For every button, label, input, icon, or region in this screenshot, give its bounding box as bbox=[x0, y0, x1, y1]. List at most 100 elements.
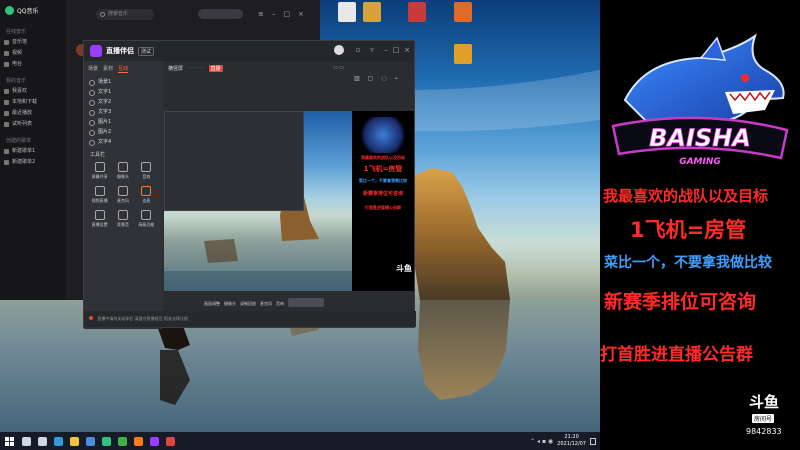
tools-title: 工具栏 bbox=[90, 152, 106, 158]
tab-material[interactable]: 素材 bbox=[103, 65, 113, 73]
control-button[interactable]: 画面调整 bbox=[204, 301, 220, 307]
qq-sidebar-section: 创建的歌单 bbox=[6, 138, 32, 144]
settings-icon[interactable]: ▿ bbox=[368, 46, 376, 54]
xbox-icon bbox=[117, 436, 127, 446]
desktop-icon-5[interactable] bbox=[446, 44, 480, 66]
qq-sidebar-item[interactable]: 我喜欢 bbox=[0, 86, 66, 97]
tool-button[interactable]: 屏幕共享 bbox=[88, 162, 111, 180]
desktop-icon-2[interactable] bbox=[355, 2, 389, 24]
qq-music-taskbar-button[interactable] bbox=[98, 432, 114, 450]
qq-sidebar-item[interactable]: 新建歌单2 bbox=[0, 157, 66, 168]
clock[interactable]: 21:20 2021/12/07 bbox=[557, 434, 586, 448]
delete-icon[interactable]: ▥ bbox=[354, 75, 360, 82]
control-button[interactable]: 音响 bbox=[276, 301, 284, 307]
tool-button[interactable]: 连麦 bbox=[135, 186, 158, 204]
stop-live-button[interactable] bbox=[288, 298, 324, 307]
control-button[interactable]: 麦克风 bbox=[260, 301, 272, 307]
control-button[interactable]: 摄像头 bbox=[224, 301, 236, 307]
search-taskbar-button[interactable] bbox=[18, 432, 34, 450]
overlay-line-2: 1飞机=房管 bbox=[630, 218, 747, 242]
qq-sidebar-item[interactable]: 试听列表 bbox=[0, 119, 66, 130]
room-id: 9842833 bbox=[746, 427, 782, 436]
qq-sidebar-item[interactable]: 新建歌单1 bbox=[0, 146, 66, 157]
qq-music-brand: QQ音乐 bbox=[0, 0, 66, 21]
preview-line-1: 我最喜欢的战队以及目标 bbox=[361, 155, 405, 160]
scene-item[interactable]: 图片2 bbox=[84, 127, 162, 137]
qq-sidebar-item[interactable]: 电台 bbox=[0, 59, 66, 70]
tool-button[interactable]: 音效 bbox=[135, 162, 158, 180]
store-icon bbox=[85, 436, 95, 446]
search-icon bbox=[100, 12, 105, 17]
douyu-icon bbox=[133, 436, 143, 446]
lock-icon[interactable]: ▢ bbox=[368, 75, 374, 82]
scene-item[interactable]: 图片1 bbox=[84, 117, 162, 127]
douyu-taskbar-button[interactable] bbox=[130, 432, 146, 450]
menu-icon[interactable]: ≡ bbox=[258, 10, 264, 18]
scene-item[interactable]: 文字4 bbox=[84, 137, 162, 147]
orientation-toggle[interactable]: 横竖屏 bbox=[168, 65, 183, 72]
edge-taskbar-button[interactable] bbox=[50, 432, 66, 450]
eye-icon[interactable]: ◌ bbox=[381, 75, 386, 82]
minimize-icon[interactable]: – bbox=[272, 10, 276, 18]
live-companion-main: 横竖屏 · · · · · · 直播 ▭ ▭ ▥ ▢ ◌ ⌁ 我最喜欢的战队以及… bbox=[164, 61, 414, 311]
tools-grid: 屏幕共享 摄像头 音效 视频直播 麦克风 连麦 直播设置 背景音 高级功能 bbox=[84, 158, 162, 228]
app-taskbar-button[interactable] bbox=[162, 432, 178, 450]
music-icon bbox=[117, 210, 128, 220]
qq-search-box[interactable]: 搜索音乐 bbox=[96, 9, 154, 20]
app-icon bbox=[165, 436, 175, 446]
desktop-icon-3[interactable] bbox=[400, 2, 434, 24]
qq-sidebar-item[interactable]: 音乐馆 bbox=[0, 37, 66, 48]
task-view-icon bbox=[37, 436, 47, 446]
tool-button[interactable]: 摄像头 bbox=[111, 162, 134, 180]
tool-button[interactable]: 背景音 bbox=[111, 210, 134, 228]
tray-icons[interactable]: ⌃ ◂ ▪ ◉ bbox=[530, 438, 553, 445]
team-logo-subtext: GAMING bbox=[679, 157, 721, 167]
tab-interaction[interactable]: 互动 bbox=[118, 65, 129, 73]
live-controls-bar: 画面调整 摄像头 录制回放 麦克风 音响 bbox=[204, 289, 404, 307]
store-taskbar-button[interactable] bbox=[82, 432, 98, 450]
settings-icon bbox=[94, 210, 105, 220]
share-icon[interactable]: ⌁ bbox=[395, 75, 399, 82]
task-view-taskbar-button[interactable] bbox=[34, 432, 50, 450]
stream-preview[interactable]: 我最喜欢的战队以及目标 1飞机=房管 菜比一个，不要拿我做比较 新赛季排位可咨询… bbox=[164, 111, 414, 291]
scene-item[interactable]: 文字2 bbox=[84, 97, 162, 107]
live-companion-taskbar-button[interactable] bbox=[146, 432, 162, 450]
qq-user-badge[interactable] bbox=[198, 9, 243, 19]
close-icon[interactable]: × bbox=[298, 10, 304, 18]
scene-item[interactable]: 场景1 bbox=[84, 77, 162, 87]
scene-item[interactable]: 文字1 bbox=[84, 87, 162, 97]
tool-button[interactable]: 直播设置 bbox=[88, 210, 111, 228]
tool-button[interactable]: 高级功能 bbox=[135, 210, 158, 228]
maximize-icon[interactable]: □ bbox=[283, 10, 290, 18]
control-button[interactable]: 录制回放 bbox=[240, 301, 256, 307]
tab-scene[interactable]: 场景 bbox=[88, 65, 98, 73]
scene-item[interactable]: 文字3 bbox=[84, 107, 162, 117]
qq-sidebar-item[interactable]: 视频 bbox=[0, 48, 66, 59]
layout-icon[interactable]: ▭ ▭ bbox=[333, 65, 344, 71]
tool-label: 高级功能 bbox=[138, 222, 155, 227]
start-button[interactable] bbox=[0, 432, 18, 450]
qq-sidebar-item[interactable]: 最近播放 bbox=[0, 108, 66, 119]
desktop-icon-4[interactable] bbox=[446, 2, 480, 24]
tool-button[interactable]: 麦克风 bbox=[111, 186, 134, 204]
folder-taskbar-button[interactable] bbox=[66, 432, 82, 450]
close-icon[interactable]: × bbox=[403, 46, 411, 54]
qq-music-sidebar: QQ音乐 在线音乐 音乐馆 视频 电台 我的音乐 我喜欢 本地和下载 最近播放 … bbox=[0, 0, 66, 300]
notification-icon[interactable] bbox=[590, 437, 596, 445]
search-icon bbox=[21, 436, 31, 446]
scene-tabs: 场景 素材 互动 bbox=[84, 61, 162, 77]
minimize-icon[interactable]: – bbox=[382, 46, 390, 54]
nested-preview-window bbox=[164, 111, 304, 211]
avatar[interactable] bbox=[334, 45, 344, 55]
maximize-icon[interactable]: □ bbox=[392, 46, 400, 54]
tool-button[interactable]: 视频直播 bbox=[88, 186, 111, 204]
xbox-taskbar-button[interactable] bbox=[114, 432, 130, 450]
team-logo-text: BAISHA bbox=[649, 124, 751, 152]
live-companion-logo-icon bbox=[90, 45, 102, 57]
message-icon[interactable]: ▫ bbox=[354, 46, 362, 54]
preview-action-icons: ▥ ▢ ◌ ⌁ bbox=[354, 75, 398, 82]
taskbar: ⌃ ◂ ▪ ◉ 21:20 2021/12/07 bbox=[0, 432, 600, 450]
advanced-icon bbox=[141, 210, 152, 220]
toolbar-dots: · · · · · · bbox=[187, 65, 205, 71]
qq-sidebar-item[interactable]: 本地和下载 bbox=[0, 97, 66, 108]
